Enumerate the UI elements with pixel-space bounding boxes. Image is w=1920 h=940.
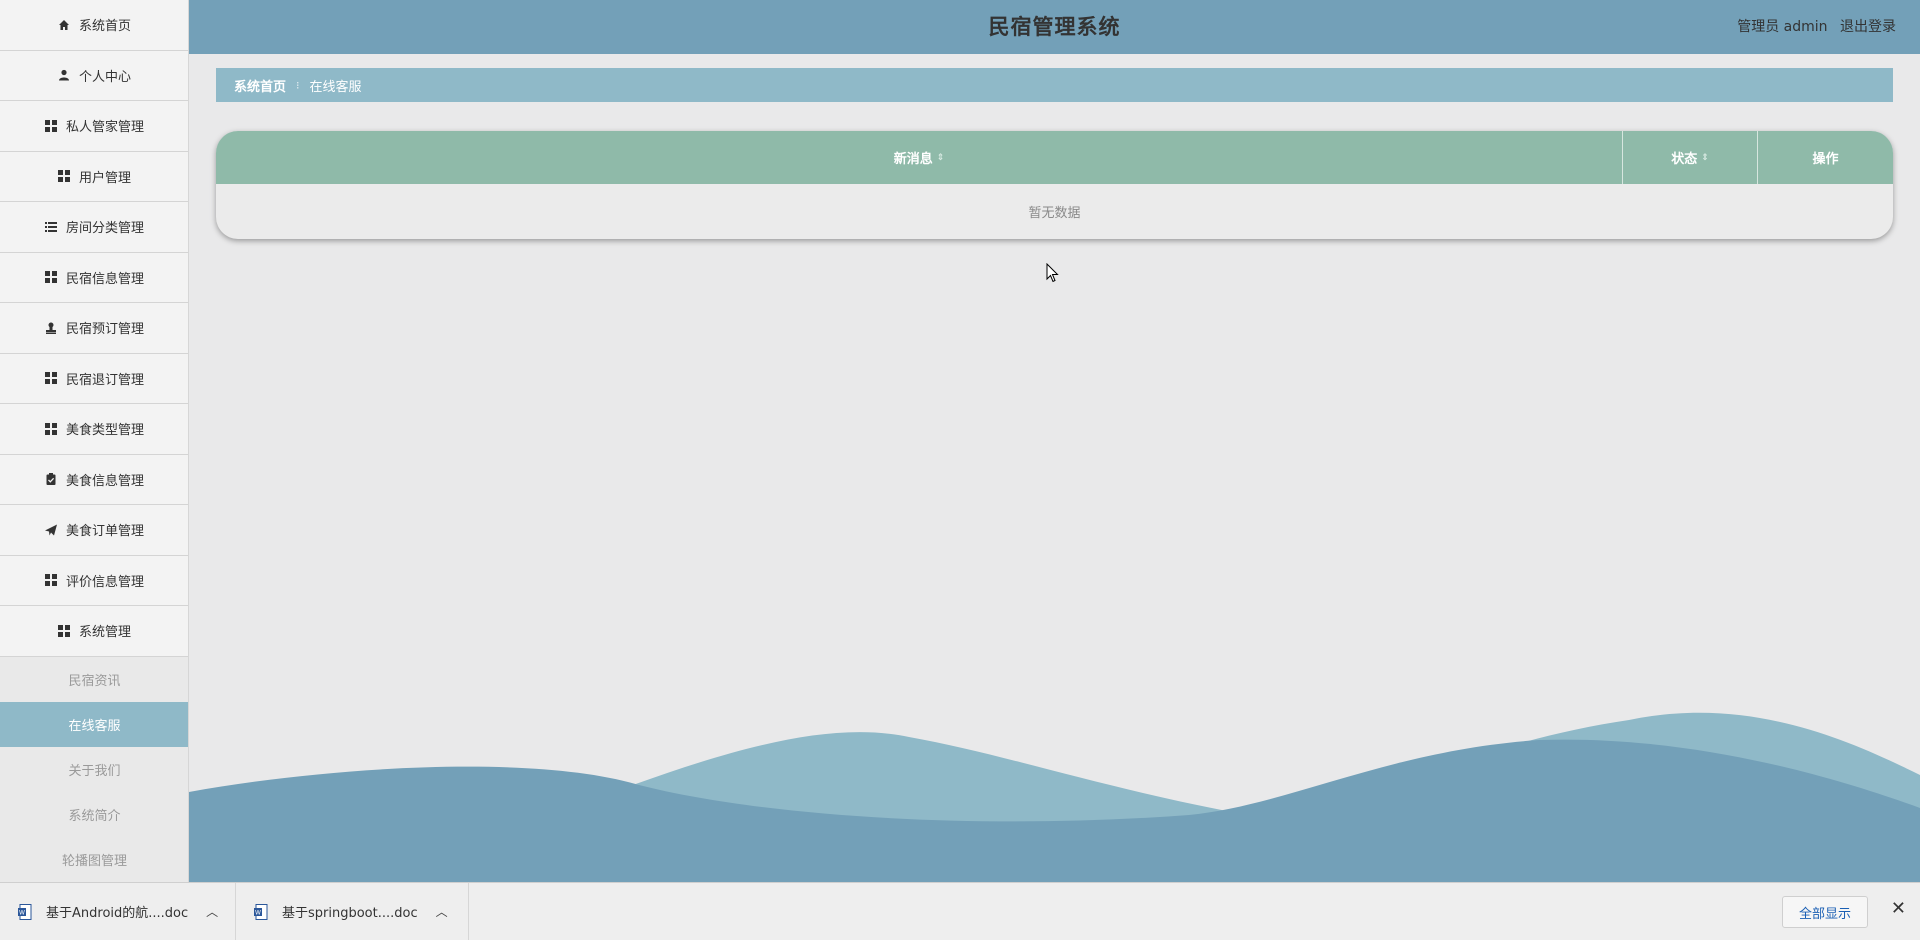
sidebar-item-homestay-booking[interactable]: 民宿预订管理: [0, 303, 188, 354]
user-icon: [57, 68, 71, 82]
sidebar-item-users[interactable]: 用户管理: [0, 151, 188, 202]
sidebar-item-label: 评价信息管理: [65, 574, 144, 590]
sidebar-item-room-category[interactable]: 房间分类管理: [0, 202, 188, 253]
sidebar-item-label: 美食订单管理: [65, 524, 144, 540]
sidebar-item-homestay-cancel[interactable]: 民宿退订管理: [0, 353, 188, 404]
download-item[interactable]: W 基于Android的航....doc ︿: [0, 882, 236, 940]
sidebar-item-system[interactable]: 系统管理: [0, 606, 188, 657]
close-icon[interactable]: ✕: [1891, 898, 1906, 919]
grid-icon: [44, 270, 58, 284]
submenu-item-carousel[interactable]: 轮播图管理: [0, 837, 188, 882]
user-label: 管理员 admin: [1737, 19, 1828, 35]
send-icon: [44, 523, 58, 537]
table-empty-text: 暂无数据: [1028, 206, 1081, 221]
chevron-up-icon[interactable]: ︿: [206, 903, 218, 920]
sort-icon[interactable]: ⇕: [937, 153, 945, 163]
grid-icon: [44, 422, 58, 436]
svg-text:W: W: [255, 909, 261, 916]
download-filename: 基于springboot....doc: [282, 906, 418, 921]
sidebar-item-label: 私人管家管理: [65, 120, 144, 136]
chevron-up-icon[interactable]: ︿: [436, 903, 448, 920]
system-submenu: 民宿资讯 在线客服 关于我们 系统简介 轮播图管理: [0, 656, 188, 882]
sidebar-item-label: 系统首页: [78, 19, 131, 35]
header-user-area: 管理员 admin 退出登录: [1729, 0, 1896, 54]
logout-link[interactable]: 退出登录: [1840, 19, 1896, 35]
sidebar-item-food-info[interactable]: 美食信息管理: [0, 454, 188, 505]
app-title: 民宿管理系统: [988, 15, 1121, 39]
grid-icon: [44, 371, 58, 385]
sidebar-item-label: 系统管理: [78, 625, 131, 641]
sidebar: 系统首页 个人中心 私人管家管理 用户管理 房间分类管理 民宿信息管理 民宿预订…: [0, 0, 189, 882]
downloads-bar: W 基于Android的航....doc ︿ W 基于springboot...…: [0, 882, 1920, 940]
sidebar-item-homestay-info[interactable]: 民宿信息管理: [0, 252, 188, 303]
top-header: 民宿管理系统 管理员 admin 退出登录: [189, 0, 1920, 54]
column-header-new-message[interactable]: 新消息 ⇕: [216, 131, 1623, 184]
word-document-icon: W: [254, 903, 268, 920]
breadcrumb-current: 在线客服: [309, 79, 362, 95]
sidebar-item-label: 民宿退订管理: [65, 372, 144, 388]
table-header: 新消息 ⇕ 状态 ⇕ 操作: [216, 131, 1893, 184]
sidebar-item-profile[interactable]: 个人中心: [0, 50, 188, 101]
sidebar-item-label: 民宿信息管理: [65, 271, 144, 287]
grid-icon: [57, 169, 71, 183]
column-header-actions: 操作: [1758, 131, 1893, 184]
column-header-label: 状态: [1671, 152, 1698, 167]
sidebar-item-butler[interactable]: 私人管家管理: [0, 101, 188, 152]
breadcrumb: 系统首页 ⁝ 在线客服: [216, 68, 1893, 102]
submenu-item-news[interactable]: 民宿资讯: [0, 657, 188, 702]
grid-icon: [44, 573, 58, 587]
grid-icon: [44, 119, 58, 133]
submenu-item-online-service[interactable]: 在线客服: [0, 701, 188, 747]
sidebar-item-label: 美食信息管理: [65, 473, 144, 489]
sidebar-item-label: 个人中心: [78, 69, 131, 85]
sort-icon[interactable]: ⇕: [1701, 153, 1709, 163]
submenu-item-about[interactable]: 关于我们: [0, 747, 188, 792]
mouse-cursor-icon: [1046, 263, 1059, 283]
decorative-waves: [189, 712, 1920, 882]
sidebar-item-food-type[interactable]: 美食类型管理: [0, 404, 188, 455]
messages-table: 新消息 ⇕ 状态 ⇕ 操作 暂无数据: [216, 131, 1893, 239]
breadcrumb-separator-icon: ⁝: [296, 78, 300, 92]
column-header-status[interactable]: 状态 ⇕: [1623, 131, 1758, 184]
sidebar-item-label: 美食类型管理: [65, 423, 144, 439]
download-item[interactable]: W 基于springboot....doc ︿: [236, 882, 469, 940]
svg-text:W: W: [19, 909, 25, 916]
download-filename: 基于Android的航....doc: [46, 906, 189, 921]
clipboard-icon: [44, 472, 58, 486]
sidebar-item-home[interactable]: 系统首页: [0, 0, 188, 51]
column-header-label: 新消息: [893, 152, 933, 167]
sidebar-item-food-order[interactable]: 美食订单管理: [0, 505, 188, 556]
list-icon: [44, 220, 58, 234]
home-icon: [57, 18, 71, 32]
breadcrumb-home[interactable]: 系统首页: [234, 76, 286, 95]
show-all-downloads-button[interactable]: 全部显示: [1781, 896, 1868, 928]
grid-icon: [57, 624, 71, 638]
word-document-icon: W: [18, 903, 32, 920]
sidebar-item-label: 房间分类管理: [65, 221, 144, 237]
sidebar-item-label: 用户管理: [78, 170, 131, 186]
stamp-icon: [44, 321, 58, 335]
submenu-item-intro[interactable]: 系统简介: [0, 792, 188, 837]
sidebar-item-reviews[interactable]: 评价信息管理: [0, 555, 188, 606]
sidebar-item-label: 民宿预订管理: [65, 322, 144, 338]
column-header-label: 操作: [1812, 152, 1839, 167]
